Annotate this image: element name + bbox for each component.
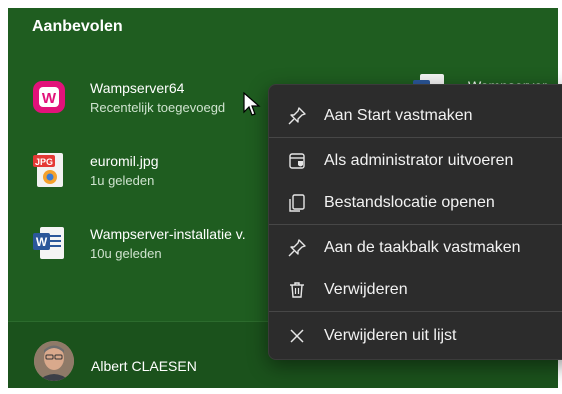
menu-item-pin-to-taskbar[interactable]: Aan de taakbalk vastmaken <box>269 230 562 264</box>
recommended-item-wampserver-doc[interactable]: W Wampserver-installatie v. 10u geleden <box>32 220 282 266</box>
menu-item-label: Bestandslocatie openen <box>324 194 495 211</box>
jpg-file-icon: JPG <box>33 153 63 187</box>
word-doc-icon: W <box>33 227 64 259</box>
shield-admin-icon <box>289 153 305 169</box>
mouse-cursor-icon <box>243 92 261 116</box>
context-menu: Aan Start vastmaken Als administrator ui… <box>268 84 562 360</box>
pin-icon <box>288 239 306 257</box>
menu-item-pin-to-start[interactable]: Aan Start vastmaken <box>269 98 562 132</box>
recommended-item-detail: 10u geleden <box>90 246 162 261</box>
pin-icon <box>288 107 306 125</box>
menu-separator <box>269 224 562 225</box>
user-name[interactable]: Albert CLAESEN <box>91 358 197 374</box>
svg-text:W: W <box>36 235 48 249</box>
folder-file-icon <box>289 194 305 212</box>
menu-item-run-as-admin[interactable]: Als administrator uitvoeren <box>269 143 562 177</box>
recommended-item-name: euromil.jpg <box>90 153 159 169</box>
menu-item-label: Aan de taakbalk vastmaken <box>324 239 521 256</box>
recommended-item-detail: Recentelijk toegevoegd <box>90 100 226 115</box>
svg-text:W: W <box>42 90 57 107</box>
menu-separator <box>269 137 562 138</box>
menu-item-remove-from-list[interactable]: Verwijderen uit lijst <box>269 318 562 352</box>
menu-separator <box>269 311 562 312</box>
avatar-photo <box>34 341 74 381</box>
recommended-item-euromil[interactable]: JPG euromil.jpg 1u geleden <box>32 147 282 193</box>
menu-item-uninstall[interactable]: Verwijderen <box>269 272 562 306</box>
recommended-item-detail: 1u geleden <box>90 173 155 188</box>
section-title: Aanbevolen <box>32 18 123 35</box>
menu-item-label: Verwijderen <box>324 281 408 298</box>
menu-item-label: Verwijderen uit lijst <box>324 327 457 344</box>
recommended-item-name: Wampserver-installatie v. <box>90 226 246 242</box>
user-avatar[interactable] <box>34 341 74 381</box>
menu-item-label: Als administrator uitvoeren <box>324 152 514 169</box>
menu-item-label: Aan Start vastmaken <box>324 107 473 124</box>
close-icon <box>290 329 304 343</box>
menu-item-open-file-location[interactable]: Bestandslocatie openen <box>269 185 562 219</box>
wampserver-icon: W <box>33 81 65 113</box>
svg-text:JPG: JPG <box>35 157 53 167</box>
trash-icon <box>290 282 304 298</box>
